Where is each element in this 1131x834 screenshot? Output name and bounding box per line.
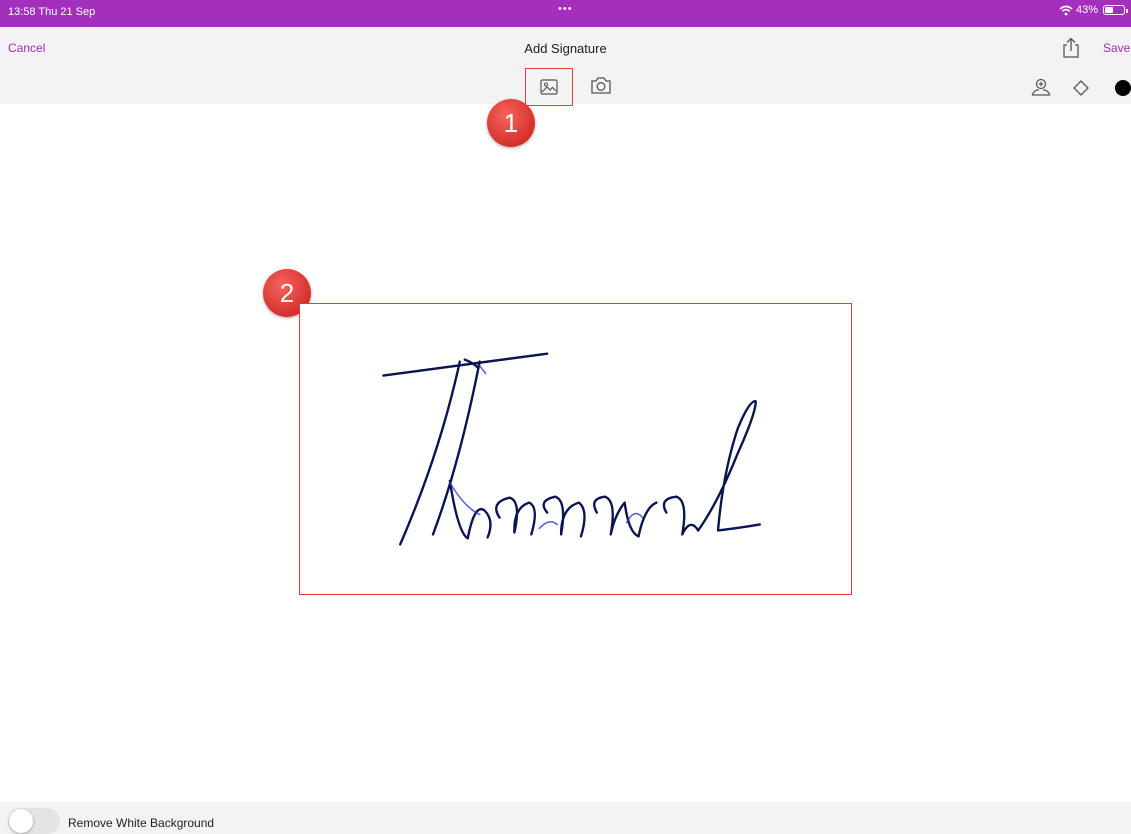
step-marker-1: 1 <box>487 99 535 147</box>
eraser-icon[interactable] <box>1072 79 1090 97</box>
share-icon[interactable] <box>1061 37 1081 59</box>
multitasking-dots[interactable]: ••• <box>558 3 573 15</box>
camera-icon[interactable] <box>590 75 612 95</box>
battery-level <box>1105 7 1113 13</box>
status-time: 13:58 Thu 21 Sep <box>8 6 96 18</box>
bottom-bar: Remove White Background <box>0 802 1131 834</box>
color-picker-button[interactable] <box>1115 80 1131 96</box>
battery-percent: 43% <box>1075 4 1098 16</box>
status-bar: 13:58 Thu 21 Sep ••• 43% <box>0 0 1131 27</box>
image-picker-button[interactable] <box>525 68 573 106</box>
image-icon <box>540 79 558 95</box>
toggle-knob <box>9 809 33 833</box>
page-title: Add Signature <box>524 41 607 56</box>
status-indicators: 43% <box>1059 4 1128 16</box>
add-person-icon[interactable] <box>1030 77 1052 97</box>
toggle-label: Remove White Background <box>68 816 215 830</box>
save-button[interactable]: Save <box>1103 41 1130 55</box>
remove-white-background-toggle[interactable] <box>8 808 60 834</box>
battery-icon <box>1103 5 1128 15</box>
signature-image <box>382 352 761 546</box>
wifi-icon <box>1059 5 1073 15</box>
signature-canvas[interactable] <box>299 303 852 595</box>
